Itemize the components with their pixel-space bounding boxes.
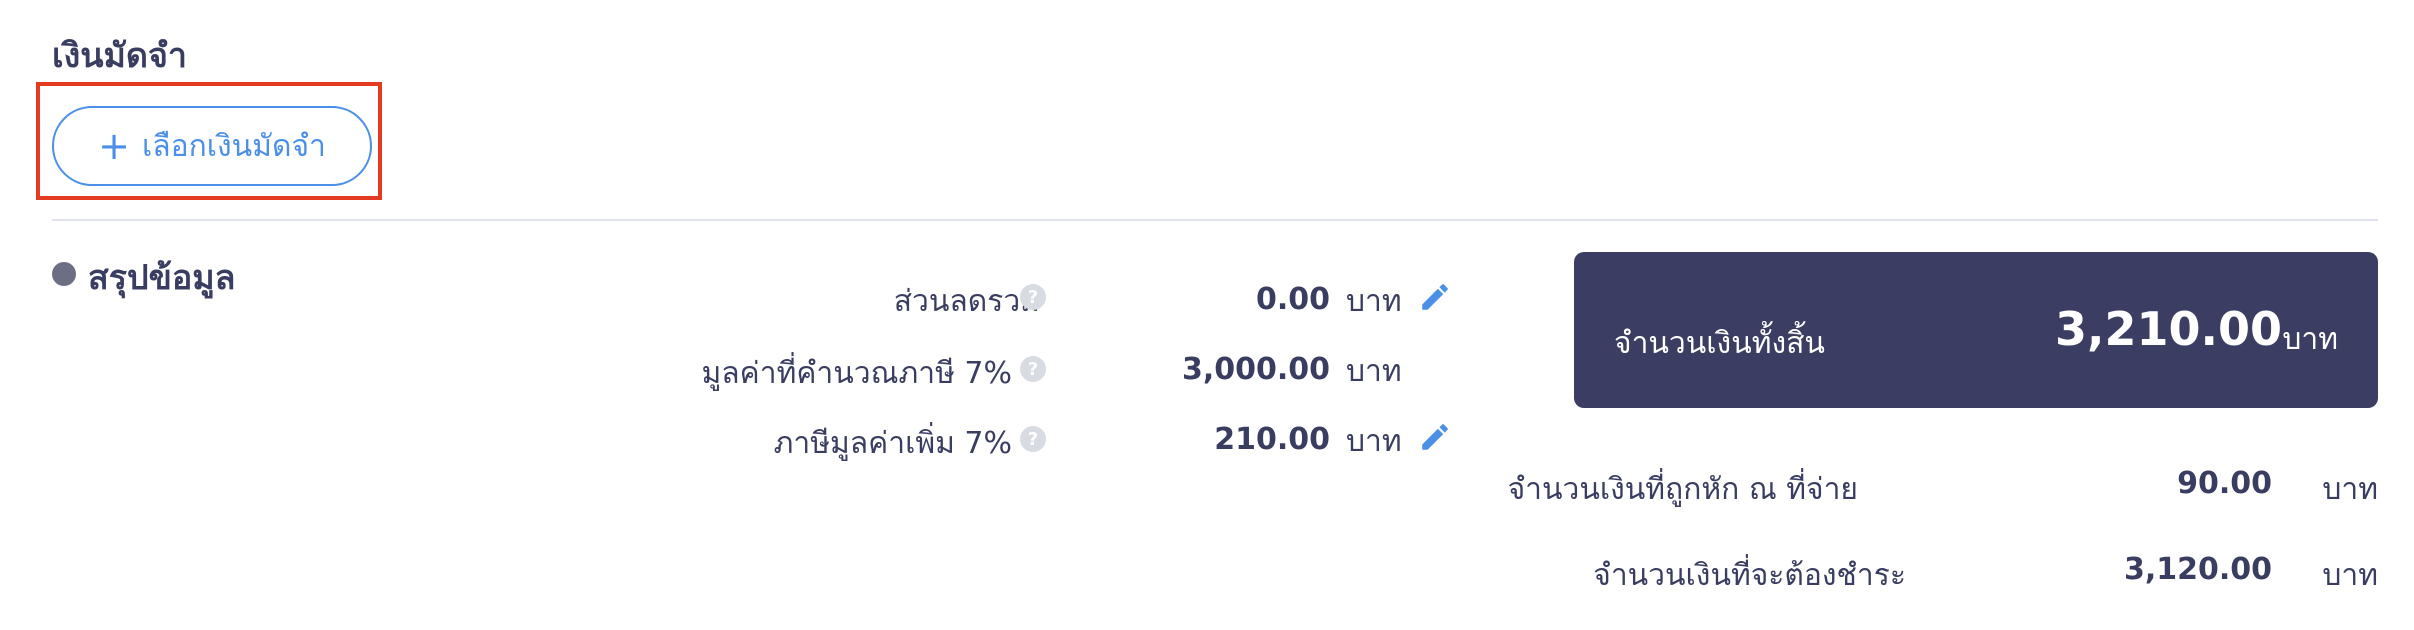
discount-label: ส่วนลดรวม — [893, 284, 1040, 319]
grand-total-value: 3,210.00 — [2055, 302, 2282, 356]
payable-value: 3,120.00 — [2123, 552, 2272, 587]
select-deposit-button[interactable]: + เลือกเงินมัดจำ — [52, 106, 372, 186]
vat-unit: บาท — [1346, 424, 1402, 459]
taxable-amount-unit: บาท — [1346, 354, 1402, 389]
summary-bullet-icon — [52, 262, 76, 286]
edit-vat-pencil-icon[interactable] — [1418, 420, 1452, 454]
grand-total-card: จำนวนเงินทั้งสิ้น 3,210.00 บาท — [1574, 252, 2378, 408]
withholding-label: จำนวนเงินที่ถูกหัก ณ ที่จ่าย — [1507, 472, 1858, 507]
select-deposit-label: เลือกเงินมัดจำ — [141, 128, 326, 164]
deposit-section-title: เงินมัดจำ — [52, 36, 187, 76]
discount-help-icon[interactable]: ? — [1020, 284, 1046, 310]
summary-title: สรุปข้อมูล — [88, 258, 236, 298]
payable-label: จำนวนเงินที่จะต้องชำระ — [1593, 558, 1906, 593]
discount-unit: บาท — [1346, 284, 1402, 319]
taxable-amount-label: มูลค่าที่คำนวณภาษี 7% — [701, 356, 1012, 391]
taxable-amount-help-icon[interactable]: ? — [1020, 356, 1046, 382]
grand-total-unit: บาท — [2282, 322, 2338, 357]
taxable-amount-value: 3,000.00 — [1181, 352, 1330, 387]
grand-total-label: จำนวนเงินทั้งสิ้น — [1614, 326, 1825, 361]
discount-value: 0.00 — [1255, 282, 1330, 317]
withholding-value: 90.00 — [2177, 466, 2272, 501]
payable-unit: บาท — [2322, 558, 2378, 593]
vat-value: 210.00 — [1214, 422, 1330, 457]
vat-help-icon[interactable]: ? — [1020, 426, 1046, 452]
edit-discount-pencil-icon[interactable] — [1418, 280, 1452, 314]
plus-icon: + — [98, 124, 130, 168]
vat-label: ภาษีมูลค่าเพิ่ม 7% — [773, 426, 1012, 461]
withholding-unit: บาท — [2322, 472, 2378, 507]
divider — [52, 219, 2378, 221]
